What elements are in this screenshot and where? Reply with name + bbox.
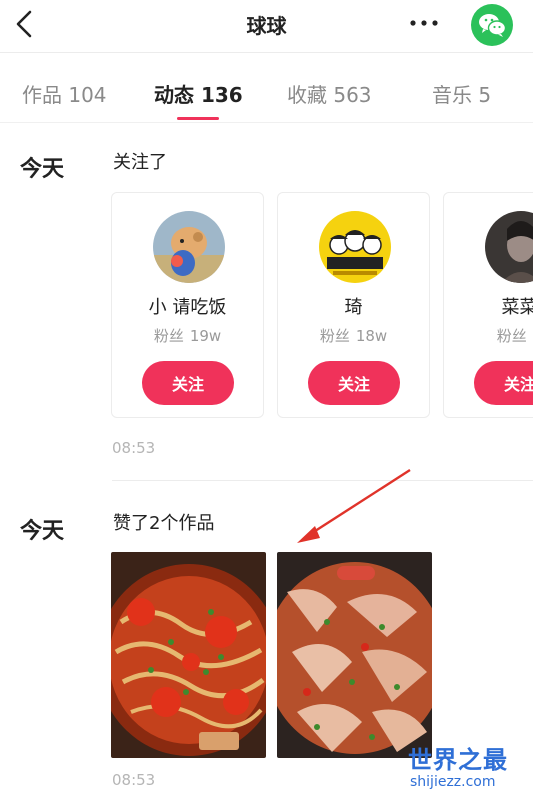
fans-count: 粉丝4 bbox=[444, 325, 533, 346]
liked-work-thumbnail[interactable] bbox=[111, 552, 266, 758]
activity-action-text: 关注了 bbox=[113, 152, 167, 173]
tab-works[interactable]: 作品 104 bbox=[22, 79, 107, 108]
fans-label: 粉丝 bbox=[153, 327, 184, 345]
liked-work-thumbnail[interactable] bbox=[277, 552, 432, 758]
wechat-icon[interactable] bbox=[471, 4, 513, 46]
user-name: 菜菜 bbox=[501, 297, 533, 318]
tab-activity[interactable]: 动态 136 bbox=[154, 79, 243, 108]
tab-label: 作品 bbox=[22, 83, 62, 107]
tab-count: 104 bbox=[68, 83, 107, 107]
profile-tabs: 作品 104 动态 136 收藏 563 音乐 5 bbox=[0, 53, 533, 123]
follow-button[interactable]: 关注 bbox=[142, 361, 234, 405]
more-dots-icon[interactable] bbox=[405, 8, 445, 38]
tab-count: 563 bbox=[333, 83, 372, 107]
avatar[interactable] bbox=[319, 211, 391, 283]
watermark-url: shijiezz.com bbox=[410, 774, 496, 790]
page-title: 球球 bbox=[246, 14, 287, 38]
fans-number: 18w bbox=[355, 327, 388, 345]
fans-label: 粉丝 bbox=[319, 327, 350, 345]
activity-day-label: 今天 bbox=[20, 519, 65, 544]
user-card[interactable]: 菜菜 粉丝4 关注 bbox=[443, 192, 533, 418]
tabs-divider bbox=[0, 122, 533, 123]
activity-time: 08:53 bbox=[112, 771, 156, 789]
user-name: 小 请吃饭 bbox=[148, 297, 227, 318]
active-tab-indicator bbox=[177, 117, 219, 120]
tab-favorites[interactable]: 收藏 563 bbox=[287, 79, 372, 108]
activity-time: 08:53 bbox=[112, 439, 156, 457]
follow-button[interactable]: 关注 bbox=[474, 361, 533, 405]
fans-count: 粉丝 18w bbox=[278, 325, 429, 346]
tab-count: 136 bbox=[200, 83, 243, 107]
fans-label: 粉丝 bbox=[496, 327, 527, 345]
section-divider bbox=[112, 480, 533, 481]
followed-users-carousel[interactable]: 小 请吃饭 粉丝 19w 关注 琦 粉丝 18w 关注 菜菜 粉丝 关注 bbox=[111, 192, 533, 420]
user-card[interactable]: 琦 粉丝 18w 关注 bbox=[277, 192, 430, 418]
fans-count: 粉丝 19w bbox=[112, 325, 263, 346]
fans-number: 19w bbox=[189, 327, 222, 345]
tab-label: 动态 bbox=[154, 83, 194, 107]
follow-button[interactable]: 关注 bbox=[308, 361, 400, 405]
tab-label: 收藏 bbox=[287, 83, 327, 107]
watermark-title: 世界之最 bbox=[408, 746, 508, 774]
activity-day-label: 今天 bbox=[20, 157, 65, 182]
user-name: 琦 bbox=[344, 297, 363, 318]
avatar[interactable] bbox=[153, 211, 225, 283]
activity-action-text: 赞了2个作品 bbox=[113, 513, 215, 534]
tab-label: 音乐 bbox=[432, 83, 472, 107]
tab-music[interactable]: 音乐 5 bbox=[432, 79, 491, 108]
top-nav-bar: 球球 bbox=[0, 0, 533, 50]
watermark-logo: 世界之最 shijiezz.com bbox=[408, 740, 528, 794]
avatar[interactable] bbox=[485, 211, 533, 283]
tab-count: 5 bbox=[478, 83, 492, 107]
user-card[interactable]: 小 请吃饭 粉丝 19w 关注 bbox=[111, 192, 264, 418]
